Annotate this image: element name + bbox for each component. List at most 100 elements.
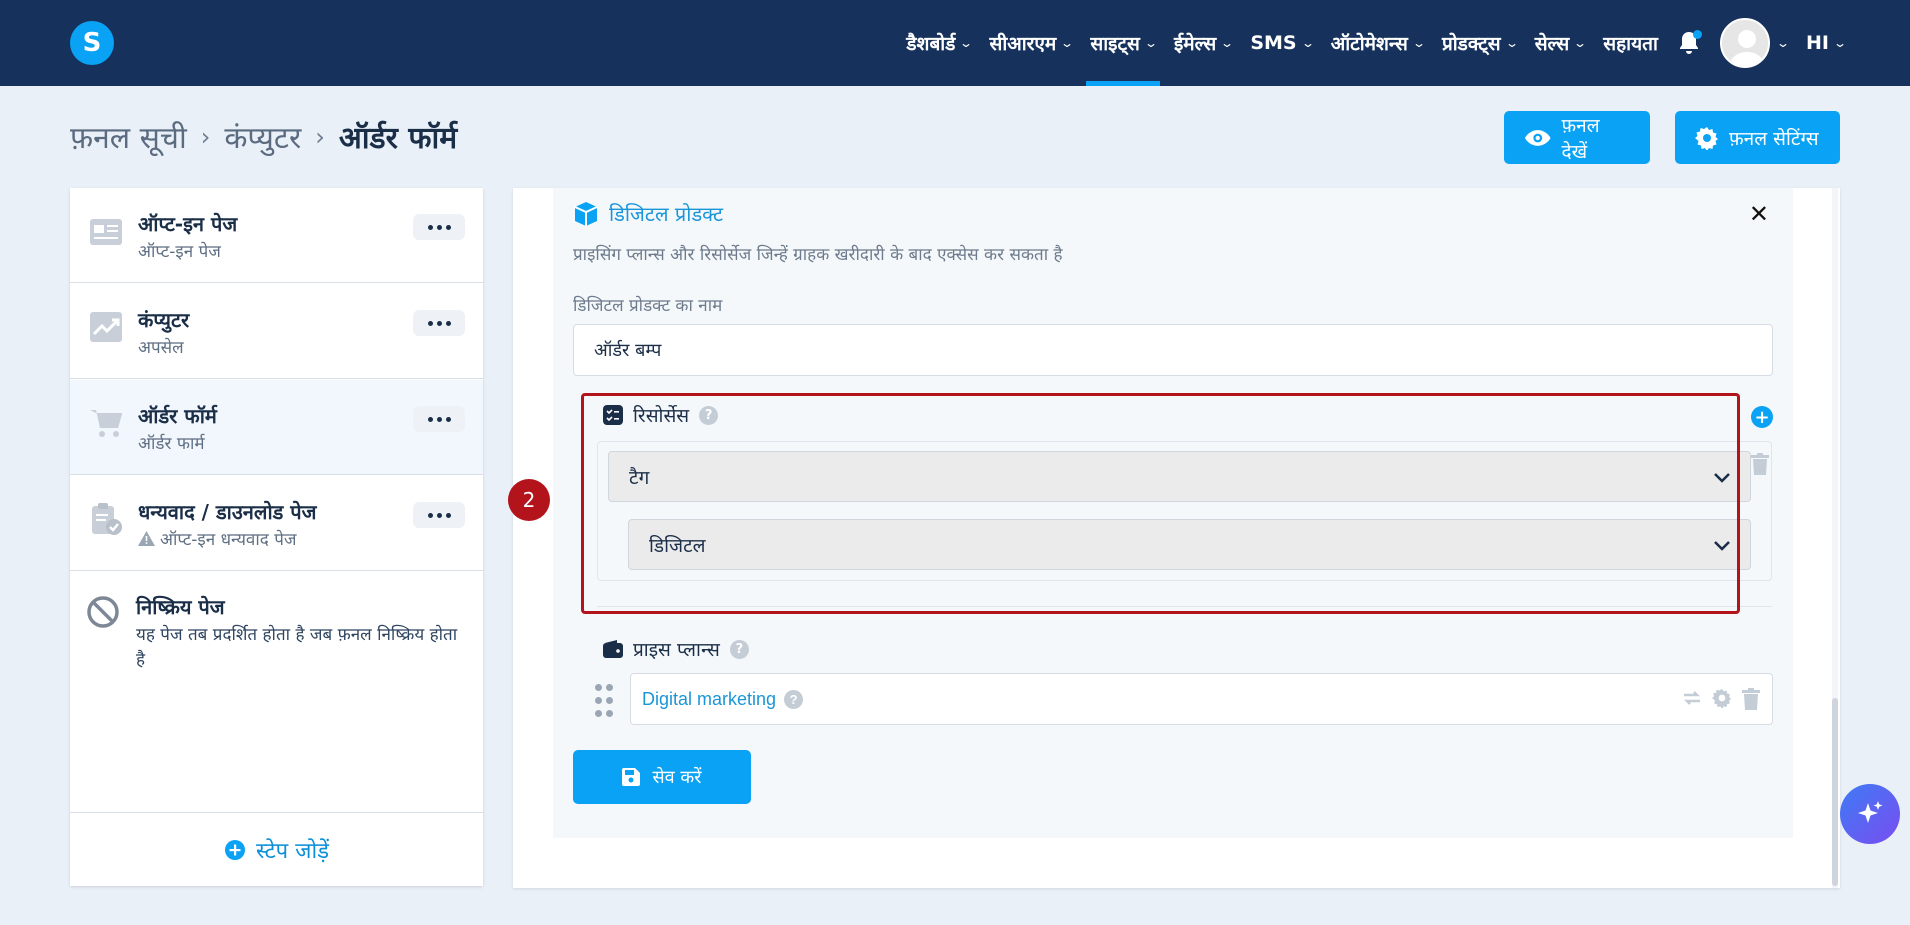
nav-products[interactable]: प्रोडक्ट्स ⌄	[1441, 0, 1519, 86]
chevron-down-icon: ⌄	[1220, 36, 1235, 50]
drag-handle-icon[interactable]	[595, 684, 615, 718]
chevron-down-icon: ⌄	[1573, 36, 1588, 50]
digital-product-title: डिजिटल प्रोडक्ट	[573, 200, 723, 227]
bell-icon[interactable]	[1676, 28, 1702, 58]
sparkle-icon	[1858, 801, 1883, 823]
nav-label: सेल्स	[1534, 33, 1570, 55]
top-navbar: S डैशबोर्ड ⌄ सीआरएम ⌄ साइट्स ⌄ ईमेल्स ⌄ SMS ⌄…	[0, 0, 1910, 86]
wallet-icon	[603, 640, 623, 658]
cart-icon	[90, 410, 122, 437]
breadcrumb-funnel[interactable]: कंप्युटर	[224, 116, 301, 157]
more-options-icon[interactable]	[413, 406, 465, 432]
gear-icon	[1695, 126, 1718, 150]
nav-dashboard[interactable]: डैशबोर्ड ⌄	[906, 0, 974, 86]
step-upsell[interactable]: कंप्युटर अपसेल	[70, 284, 483, 379]
price-plan-name[interactable]: Digital marketing	[642, 689, 776, 710]
funnel-settings-button[interactable]: फ़नल सेटिंग्स	[1675, 111, 1840, 164]
save-icon	[622, 768, 641, 786]
trash-icon[interactable]	[1751, 453, 1769, 475]
step-subtitle: अपसेल	[138, 338, 184, 358]
price-plan-actions	[1682, 688, 1760, 710]
funnel-steps-panel: ऑप्ट-इन पेज ऑप्ट-इन पेज कंप्युटर अपसेल ऑ…	[70, 188, 483, 886]
save-button[interactable]: सेव करें	[573, 750, 751, 804]
close-icon[interactable]: ✕	[1749, 200, 1769, 228]
price-plan-row[interactable]: Digital marketing ?	[630, 673, 1773, 725]
help-icon[interactable]: ?	[729, 639, 749, 659]
price-plans-label: प्राइस प्लान्स	[633, 639, 720, 661]
chevron-down-icon: ⌄	[1143, 36, 1158, 50]
digital-product-description: प्राइसिंग प्लान्स और रिसोर्सेज जिन्हें ग…	[573, 245, 1063, 265]
chevron-down-icon: ⌄	[1300, 36, 1315, 50]
step-subtitle: ऑप्ट-इन धन्यवाद पेज	[138, 527, 297, 550]
nav-crm[interactable]: सीआरएम ⌄	[989, 0, 1075, 86]
nav-label: सीआरएम	[989, 33, 1057, 55]
step-order-form[interactable]: ऑर्डर फॉर्म ऑर्डर फार्म	[70, 380, 483, 475]
chart-up-icon	[90, 312, 122, 342]
nav-label: सहायता	[1603, 33, 1658, 55]
nav-emails[interactable]: ईमेल्स ⌄	[1173, 0, 1235, 86]
add-step-label: स्टेप जोड़ें	[256, 838, 329, 864]
more-options-icon[interactable]	[413, 214, 465, 240]
chevron-down-icon: ⌄	[959, 36, 974, 50]
add-resource-icon[interactable]: +	[1751, 406, 1773, 428]
warning-icon	[138, 531, 155, 546]
step-thank-you[interactable]: धन्यवाद / डाउनलोड पेज ऑप्ट-इन धन्यवाद पे…	[70, 476, 483, 571]
page-layout-icon	[90, 219, 122, 245]
chevron-down-icon: ⌄	[1832, 36, 1848, 50]
avatar	[1719, 18, 1770, 68]
breadcrumb: फ़नल सूची › कंप्युटर › ऑर्डर फॉर्म	[70, 116, 457, 157]
ai-assistant-button[interactable]	[1840, 784, 1900, 844]
nav-label: SMS	[1250, 32, 1297, 54]
chevron-down-icon: ⌄	[1060, 36, 1075, 50]
help-icon[interactable]: ?	[784, 689, 804, 709]
view-funnel-label: फ़नल देखें	[1561, 114, 1600, 163]
step-subtitle: ऑर्डर फार्म	[138, 434, 205, 454]
nav-sales[interactable]: सेल्स ⌄	[1534, 0, 1588, 86]
nav-sites[interactable]: साइट्स ⌄	[1086, 0, 1160, 86]
eye-icon	[1524, 129, 1551, 146]
step-title: ऑप्ट-इन पेज	[138, 212, 238, 236]
language-selector[interactable]: HI ⌄	[1805, 0, 1848, 86]
chevron-down-icon: ⌄	[1411, 36, 1426, 50]
funnel-settings-label: फ़नल सेटिंग्स	[1729, 127, 1819, 150]
chevron-down-icon: ⌄	[1504, 36, 1519, 50]
clipboard-check-icon	[92, 503, 122, 535]
main-nav: डैशबोर्ड ⌄ सीआरएम ⌄ साइट्स ⌄ ईमेल्स ⌄ SMS ⌄ ऑ…	[906, 0, 1848, 86]
digital-product-title-text: डिजिटल प्रोडक्ट	[609, 202, 724, 226]
swap-icon[interactable]	[1682, 688, 1702, 708]
more-options-icon[interactable]	[413, 502, 465, 528]
price-plans-header: प्राइस प्लान्स ?	[603, 636, 749, 662]
nav-automations[interactable]: ऑटोमेशन्स ⌄	[1330, 0, 1426, 86]
nav-label: साइट्स	[1090, 33, 1140, 55]
box-icon	[574, 201, 598, 226]
scrollbar-thumb[interactable]	[1832, 698, 1838, 886]
product-name-input[interactable]: ऑर्डर बम्प	[573, 324, 1773, 376]
nav-label: ईमेल्स	[1173, 33, 1217, 55]
annotation-highlight	[581, 393, 1740, 614]
breadcrumb-funnel-list[interactable]: फ़नल सूची	[70, 116, 187, 157]
chevron-down-icon: ⌄	[1775, 36, 1790, 50]
gear-icon[interactable]	[1712, 688, 1732, 708]
more-options-icon[interactable]	[413, 310, 465, 336]
product-name-label: डिजिटल प्रोडक्ट का नाम	[573, 296, 723, 316]
chevron-right-icon: ›	[200, 122, 211, 151]
nav-help[interactable]: सहायता	[1603, 0, 1658, 86]
step-subtitle: ऑप्ट-इन पेज	[138, 242, 221, 262]
inactive-page-title: निष्क्रिय पेज	[136, 595, 225, 619]
view-funnel-button[interactable]: फ़नल देखें	[1504, 111, 1650, 164]
nav-label: डैशबोर्ड	[906, 33, 956, 55]
nav-label: ऑटोमेशन्स	[1330, 33, 1408, 55]
step-title: धन्यवाद / डाउनलोड पेज	[138, 500, 317, 524]
nav-sms[interactable]: SMS ⌄	[1250, 0, 1315, 86]
annotation-badge: 2	[508, 479, 550, 521]
nav-label: प्रोडक्ट्स	[1441, 33, 1501, 55]
ban-icon	[87, 596, 119, 628]
trash-icon[interactable]	[1742, 688, 1760, 710]
user-menu[interactable]: ⌄	[1719, 0, 1790, 86]
add-step-button[interactable]: स्टेप जोड़ें	[70, 812, 483, 886]
notification-dot	[1692, 30, 1702, 39]
save-label: सेव करें	[652, 767, 702, 788]
language-label: HI	[1805, 32, 1829, 54]
step-opt-in-page[interactable]: ऑप्ट-इन पेज ऑप्ट-इन पेज	[70, 188, 483, 283]
app-logo[interactable]: S	[70, 21, 114, 65]
